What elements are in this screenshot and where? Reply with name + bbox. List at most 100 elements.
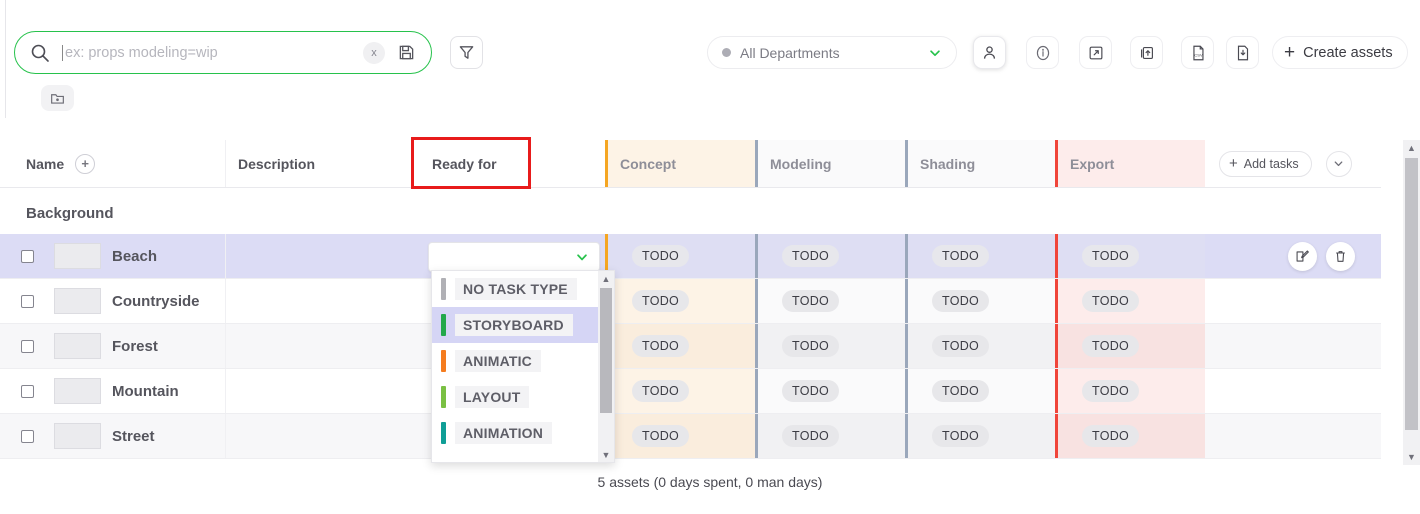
chevron-down-icon[interactable] [1325, 150, 1352, 177]
row-task-shading[interactable]: TODO [905, 324, 1055, 368]
table-row[interactable]: Street TODO TODO TODO TODO [0, 414, 1381, 459]
dropdown-option-animatic[interactable]: ANIMATIC [432, 343, 600, 379]
search-bar[interactable]: x [14, 31, 432, 74]
row-checkbox-cell[interactable] [0, 369, 54, 413]
search-input[interactable] [65, 44, 363, 61]
column-header-export[interactable]: Export [1055, 140, 1205, 187]
status-badge[interactable]: TODO [1082, 290, 1140, 312]
download-icon[interactable] [1226, 36, 1259, 69]
upload-icon[interactable] [1130, 36, 1163, 69]
row-task-modeling[interactable]: TODO [755, 234, 905, 278]
row-task-concept[interactable]: TODO [605, 279, 755, 323]
scroll-down-icon[interactable]: ▼ [598, 447, 614, 462]
row-checkbox-cell[interactable] [0, 324, 54, 368]
dropdown-option-partial[interactable] [432, 451, 600, 462]
dropdown-scrollbar[interactable]: ▲ ▼ [598, 271, 614, 462]
row-task-modeling[interactable]: TODO [755, 414, 905, 458]
row-task-concept[interactable]: TODO [605, 234, 755, 278]
status-badge[interactable]: TODO [1082, 425, 1140, 447]
dropdown-option-layout[interactable]: LAYOUT [432, 379, 600, 415]
filter-icon[interactable] [450, 36, 483, 69]
row-task-export[interactable]: TODO [1055, 279, 1205, 323]
status-badge[interactable]: TODO [1082, 245, 1140, 267]
row-description-cell[interactable] [225, 279, 420, 323]
row-name-cell[interactable]: Countryside [54, 279, 225, 323]
status-badge[interactable]: TODO [632, 425, 690, 447]
status-badge[interactable]: TODO [932, 245, 990, 267]
row-name-cell[interactable]: Mountain [54, 369, 225, 413]
status-badge[interactable]: TODO [632, 380, 690, 402]
table-row[interactable]: Beach TODO TODO TODO TODO [0, 234, 1381, 279]
department-select[interactable]: All Departments [707, 36, 957, 69]
create-assets-button[interactable]: + Create assets [1272, 36, 1408, 69]
row-description-cell[interactable] [225, 414, 420, 458]
row-checkbox-cell[interactable] [0, 279, 54, 323]
status-badge[interactable]: TODO [932, 380, 990, 402]
row-task-shading[interactable]: TODO [905, 279, 1055, 323]
dropdown-scroll-thumb[interactable] [600, 288, 612, 413]
trash-icon[interactable] [1326, 241, 1355, 271]
status-badge[interactable]: TODO [782, 290, 840, 312]
status-badge[interactable]: TODO [1082, 335, 1140, 357]
row-name-cell[interactable]: Beach [54, 234, 225, 278]
dropdown-option-no-task-type[interactable]: NO TASK TYPE [432, 271, 600, 307]
row-task-concept[interactable]: TODO [605, 369, 755, 413]
row-task-modeling[interactable]: TODO [755, 279, 905, 323]
column-header-ready-for[interactable]: Ready for [420, 140, 605, 187]
row-checkbox[interactable] [20, 249, 34, 263]
row-task-export[interactable]: TODO [1055, 324, 1205, 368]
row-task-concept[interactable]: TODO [605, 324, 755, 368]
table-vertical-scrollbar[interactable]: ▲ ▼ [1403, 140, 1420, 465]
status-badge[interactable]: TODO [1082, 380, 1140, 402]
row-task-shading[interactable]: TODO [905, 234, 1055, 278]
status-badge[interactable]: TODO [782, 335, 840, 357]
status-badge[interactable]: TODO [632, 335, 690, 357]
status-badge[interactable]: TODO [782, 245, 840, 267]
column-header-description[interactable]: Description [225, 140, 420, 187]
status-badge[interactable]: TODO [782, 380, 840, 402]
row-checkbox-cell[interactable] [0, 234, 54, 278]
status-badge[interactable]: TODO [632, 245, 690, 267]
column-header-concept[interactable]: Concept [605, 140, 755, 187]
add-tasks-button[interactable]: + Add tasks [1219, 150, 1312, 177]
row-checkbox[interactable] [20, 429, 34, 443]
scroll-up-icon[interactable]: ▲ [1403, 140, 1420, 156]
table-row[interactable]: Mountain TODO TODO TODO TODO [0, 369, 1381, 414]
row-task-export[interactable]: TODO [1055, 414, 1205, 458]
row-description-cell[interactable] [225, 234, 420, 278]
dropdown-option-storyboard[interactable]: STORYBOARD [432, 307, 600, 343]
expand-icon[interactable] [1079, 36, 1112, 69]
add-column-button[interactable]: + [75, 153, 96, 174]
row-description-cell[interactable] [225, 324, 420, 368]
save-icon[interactable] [393, 40, 419, 66]
ready-for-dropdown-menu[interactable]: NO TASK TYPE STORYBOARD ANIMATIC LAYOUT … [431, 270, 615, 463]
status-badge[interactable]: TODO [932, 335, 990, 357]
row-description-cell[interactable] [225, 369, 420, 413]
column-header-shading[interactable]: Shading [905, 140, 1055, 187]
ready-for-select[interactable] [428, 242, 600, 272]
row-name-cell[interactable]: Street [54, 414, 225, 458]
csv-file-icon[interactable]: CSV [1181, 36, 1214, 69]
row-name-cell[interactable]: Forest [54, 324, 225, 368]
folder-add-icon[interactable] [41, 85, 74, 111]
column-header-modeling[interactable]: Modeling [755, 140, 905, 187]
table-row[interactable]: Countryside TODO TODO TODO TODO [0, 279, 1381, 324]
row-checkbox[interactable] [20, 294, 34, 308]
edit-icon[interactable] [1288, 241, 1317, 271]
status-badge[interactable]: TODO [632, 290, 690, 312]
scroll-down-icon[interactable]: ▼ [1403, 449, 1420, 465]
row-task-shading[interactable]: TODO [905, 369, 1055, 413]
scroll-thumb[interactable] [1405, 158, 1418, 430]
status-badge[interactable]: TODO [932, 425, 990, 447]
row-checkbox-cell[interactable] [0, 414, 54, 458]
person-icon[interactable] [973, 36, 1006, 69]
clear-search-button[interactable]: x [363, 41, 385, 64]
column-header-name[interactable]: Name + [0, 140, 225, 187]
dropdown-option-animation[interactable]: ANIMATION [432, 415, 600, 451]
row-task-concept[interactable]: TODO [605, 414, 755, 458]
row-task-export[interactable]: TODO [1055, 369, 1205, 413]
row-checkbox[interactable] [20, 339, 34, 353]
scroll-up-icon[interactable]: ▲ [598, 271, 614, 286]
status-badge[interactable]: TODO [932, 290, 990, 312]
row-task-modeling[interactable]: TODO [755, 324, 905, 368]
